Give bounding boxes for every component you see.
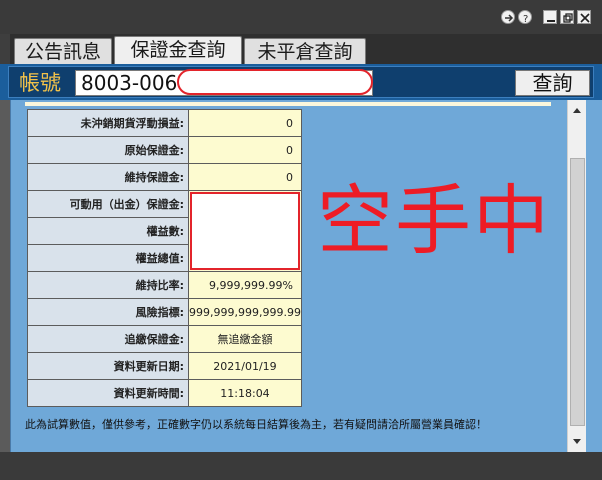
row-label: 追繳保證金:	[27, 325, 189, 353]
tab-open-positions[interactable]: 未平倉查詢	[244, 38, 366, 64]
restore-icon[interactable]	[560, 10, 574, 24]
row-value: 0	[188, 109, 302, 137]
title-bar: ?	[0, 0, 602, 34]
row-value: 999,999,999,999.99	[188, 298, 302, 326]
account-bar: 帳號 8003-0066 查詢	[0, 64, 602, 100]
query-button[interactable]: 查詢	[515, 70, 590, 96]
row-value: 2021/01/19	[188, 352, 302, 380]
scroll-up-icon[interactable]	[568, 102, 586, 120]
row-label: 資料更新日期:	[27, 352, 189, 380]
scroll-thumb[interactable]	[570, 158, 585, 426]
margin-panel: 未沖銷期貨浮動損益: 0 原始保證金: 0 維持保證金: 0 可動用（出金）保證…	[10, 100, 567, 452]
table-row: 資料更新日期: 2021/01/19	[27, 352, 302, 380]
position-status: 空手中	[317, 176, 551, 265]
tab-margin-query[interactable]: 保證金查詢	[114, 36, 242, 64]
account-number: 8003-0066	[81, 71, 191, 95]
row-label: 維持保證金:	[27, 163, 189, 191]
tab-strip: 公告訊息 保證金查詢 未平倉查詢	[10, 34, 602, 64]
table-row: 維持保證金: 0	[27, 163, 302, 191]
panel-top-divider	[25, 102, 551, 106]
table-row: 原始保證金: 0	[27, 136, 302, 164]
tab-announcements[interactable]: 公告訊息	[14, 38, 112, 64]
scroll-down-icon[interactable]	[568, 432, 586, 450]
row-label: 原始保證金:	[27, 136, 189, 164]
row-value: 0	[188, 136, 302, 164]
table-row: 追繳保證金: 無追繳金額	[27, 325, 302, 353]
row-value: 無追繳金額	[188, 325, 302, 353]
left-frame	[0, 100, 10, 452]
row-label: 未沖銷期貨浮動損益:	[27, 109, 189, 137]
table-row: 可動用（出金）保證金:	[27, 190, 302, 272]
table-row: 風險指標: 999,999,999,999.99	[27, 298, 302, 326]
account-label: 帳號	[19, 71, 61, 95]
close-icon[interactable]	[577, 10, 591, 24]
minimize-icon[interactable]	[543, 10, 557, 24]
row-value: 11:18:04	[188, 379, 302, 407]
bottom-frame	[0, 452, 602, 480]
margin-table: 未沖銷期貨浮動損益: 0 原始保證金: 0 維持保證金: 0 可動用（出金）保證…	[27, 109, 302, 407]
row-label: 維持比率:	[27, 271, 189, 299]
row-label: 可動用（出金）保證金:	[27, 190, 189, 218]
row-value: 9,999,999.99%	[188, 271, 302, 299]
table-row: 資料更新時間: 11:18:04	[27, 379, 302, 407]
svg-text:?: ?	[523, 14, 528, 25]
table-row: 未沖銷期貨浮動損益: 0	[27, 109, 302, 137]
table-row: 維持比率: 9,999,999.99%	[27, 271, 302, 299]
redaction-mark	[177, 69, 373, 95]
disclaimer-note: 此為試算數值，僅供參考，正確數字仍以系統每日結算後為主，若有疑問請洽所屬營業員確…	[25, 418, 487, 431]
vertical-scrollbar[interactable]	[567, 100, 586, 452]
help-icon[interactable]: ?	[518, 10, 532, 25]
row-label: 權益總值:	[27, 244, 189, 272]
row-label: 資料更新時間:	[27, 379, 189, 407]
row-label: 風險指標:	[27, 298, 189, 326]
redaction-box	[190, 192, 300, 270]
back-arrow-icon[interactable]	[501, 10, 515, 24]
redacted-values	[188, 190, 302, 272]
right-frame	[586, 100, 602, 452]
account-bar-inner: 帳號 8003-0066 查詢	[8, 66, 594, 98]
row-value: 0	[188, 163, 302, 191]
row-label: 權益數:	[27, 217, 189, 245]
